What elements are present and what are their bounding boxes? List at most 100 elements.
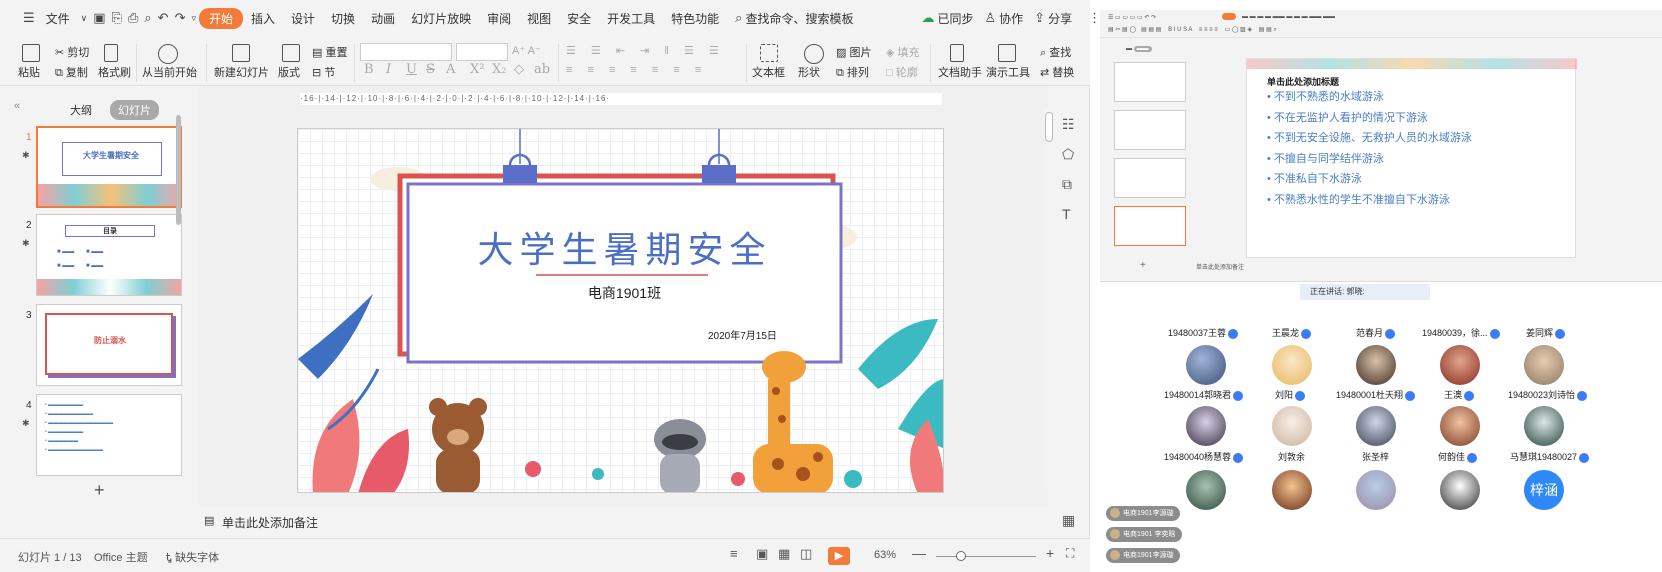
search-icon[interactable]: ⌕ [735,10,742,26]
text-icon[interactable]: T [1062,206,1071,222]
tab-design[interactable]: 设计 [283,10,323,27]
picture-button[interactable]: ▨ 图片 [836,44,871,60]
current-slide[interactable]: 大学生暑期安全 电商1901班 2020年7月15日 [297,128,944,493]
tab-developer[interactable]: 开发工具 [599,10,663,27]
superscript-icon[interactable]: X² [470,62,484,77]
scroll-thumb[interactable] [1045,112,1053,142]
chevron-down-icon[interactable]: ∨ [81,10,88,26]
save-icon[interactable]: ▣ [93,10,105,26]
print-icon[interactable]: ⎙ [128,10,138,26]
participant-avatar[interactable] [1186,470,1226,510]
slide-title[interactable]: 大学生暑期安全 [408,221,841,273]
collab-button[interactable]: 协作 [999,10,1031,27]
participant-avatar[interactable] [1356,345,1396,385]
share-button[interactable]: 分享 [1048,10,1080,27]
sync-status[interactable]: 已同步 [937,10,981,27]
new-slide-icon[interactable] [232,44,250,62]
present-tools-icon[interactable] [998,44,1016,62]
collapse-panel-icon[interactable]: « [14,100,20,112]
align-buttons[interactable]: ≡ ≡ ≡ ≡ ≡ ≡ ≡ [566,64,707,76]
undo-icon[interactable]: ↶ [158,10,169,26]
play-slideshow-icon[interactable]: ▶ [828,547,850,565]
customize-icon[interactable]: ▿ [191,10,196,26]
list-buttons[interactable]: ☰ ☰ ⇤ ⇥ ǁ ☰ ☰ [566,44,725,57]
zoom-in-icon[interactable]: + [1046,545,1054,561]
sorter-view-icon[interactable]: ▦ [778,546,790,562]
slide-thumb-3[interactable]: 防止溺水 [36,304,182,386]
missing-font-button[interactable]: Ꮏ 缺失字体 [166,549,219,565]
participant-avatar[interactable]: 梓涵 [1524,470,1564,510]
slide-date[interactable]: 2020年7月15日 [708,327,777,342]
participant-avatar[interactable] [1186,406,1226,446]
notes-bar[interactable]: ▤ 单击此处添加备注 [198,510,1048,532]
font-family-select[interactable] [360,43,452,61]
zoom-out-icon[interactable]: — [912,545,926,561]
preview-icon[interactable]: ⌕ [144,10,151,26]
font-grow-icon[interactable]: A⁺ A⁻ [512,44,541,57]
participant-avatar[interactable] [1440,470,1480,510]
notes-toggle-icon[interactable]: ≡ [730,546,738,561]
theme-name[interactable]: Office 主题 [94,549,148,565]
copy-button[interactable]: ⧉ 复制 [55,64,88,80]
slide-thumb-4[interactable]: • ▬▬▬▬▬▬▬ • ▬▬▬▬▬▬▬▬▬ • ▬▬▬▬▬▬▬▬▬▬▬▬▬ • ▬▬▬… [36,394,182,476]
underline-icon[interactable]: U [406,62,417,77]
find-button[interactable]: ⌕ 查找 [1040,44,1071,60]
bold-icon[interactable]: B [364,62,374,77]
participant-avatar[interactable] [1272,345,1312,385]
font-color-icon[interactable]: A [446,62,455,77]
layout-button[interactable]: 版式 [278,64,300,80]
tab-home[interactable]: 开始 [199,7,244,29]
menu-file[interactable]: 文件 [38,10,78,27]
fit-window-icon[interactable]: ⛶ [1066,546,1074,561]
participant-avatar[interactable] [1524,406,1564,446]
participant-avatar[interactable] [1356,406,1396,446]
reading-view-icon[interactable]: ◫ [800,546,812,562]
tab-features[interactable]: 特色功能 [663,10,727,27]
tab-security[interactable]: 安全 [559,10,599,27]
grid-view-icon[interactable]: ▦ [1062,512,1075,529]
copy-layer-icon[interactable]: ⧉ [1062,176,1072,193]
slide-thumb-1[interactable]: 大学生暑期安全 [36,126,182,208]
replace-button[interactable]: ⇄ 替换 [1040,64,1074,80]
shape-style-icon[interactable]: ⬠ [1062,146,1074,163]
add-slide-icon[interactable]: + [94,480,105,501]
paste-button[interactable]: 粘贴 [18,64,40,80]
participant-avatar[interactable] [1524,345,1564,385]
zoom-slider-handle[interactable] [956,551,966,561]
slide-subtitle[interactable]: 电商1901班 [408,283,841,303]
editor-vscrollbar[interactable] [1044,108,1054,488]
participant-avatar[interactable] [1356,470,1396,510]
format-painter-button[interactable]: 格式刷 [98,64,131,80]
from-current-button[interactable]: 从当前开始 [142,64,197,80]
section-button[interactable]: ⊟ 节 [312,64,335,80]
present-tools-button[interactable]: 演示工具 [986,64,1030,80]
cut-button[interactable]: ✂ 剪切 [55,44,89,60]
zoom-slider[interactable] [936,556,1036,557]
text-highlight-icon[interactable]: ab [534,62,550,77]
subscript-icon[interactable]: X₂ [492,62,506,77]
doc-helper-icon[interactable] [950,44,964,62]
outline-button[interactable]: □ 轮廓 [886,64,918,80]
normal-view-icon[interactable]: ▣ [756,546,768,562]
tab-slides[interactable]: 幻灯片 [110,100,159,120]
notes-placeholder[interactable]: 单击此处添加备注 [222,514,318,531]
text-box-icon[interactable] [760,44,778,62]
participant-avatar[interactable] [1272,406,1312,446]
tab-outline[interactable]: 大纲 [62,100,100,120]
participant-avatar[interactable] [1440,345,1480,385]
tab-review[interactable]: 审阅 [479,10,519,27]
slide-thumb-2[interactable]: 目录 ■ ▬▬ ■ ▬▬ ■ ▬▬ ■ ▬▬ [36,214,182,296]
command-search[interactable]: 查找命令、搜索模板 [745,10,861,27]
format-painter-icon[interactable] [104,44,118,62]
participant-avatar[interactable] [1272,470,1312,510]
clear-format-icon[interactable]: ◇ [514,62,524,77]
tab-insert[interactable]: 插入 [243,10,283,27]
export-icon[interactable]: ⎘ [112,10,122,26]
panel-scrollbar[interactable] [176,115,181,225]
tab-view[interactable]: 视图 [519,10,559,27]
doc-helper-button[interactable]: 文档助手 [938,64,982,80]
text-box-button[interactable]: 文本框 [752,64,785,80]
participant-avatar[interactable] [1186,345,1226,385]
new-slide-button[interactable]: 新建幻灯片 [214,64,269,80]
paste-icon[interactable] [22,44,40,62]
